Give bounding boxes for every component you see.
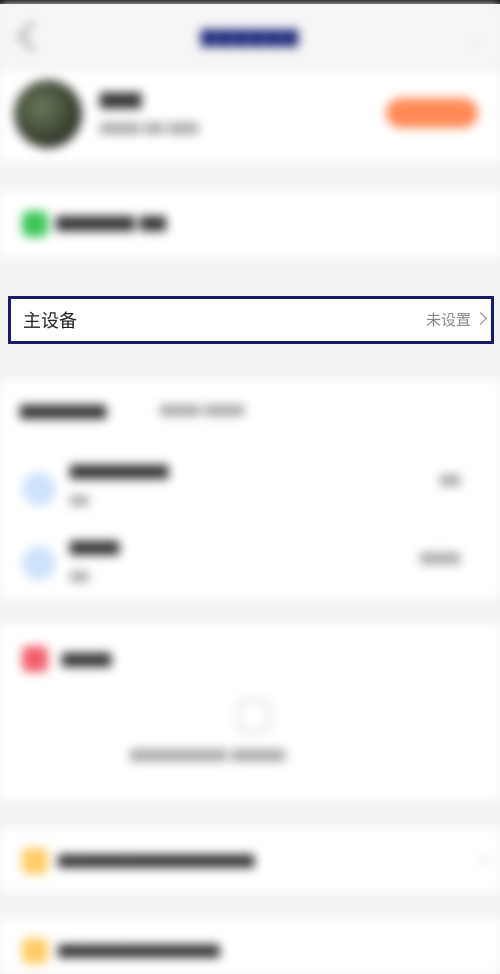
notice-text: ▆▆▆▆▆▆▆▆▆▆▆▆▆▆	[58, 940, 220, 958]
profile-card[interactable]: ▆▆▆ ▆▆▆▆ ▆▆ ▆▆▆	[0, 70, 500, 162]
wechat-icon	[22, 211, 48, 237]
notice-text: ▆▆▆▆▆▆▆▆▆▆▆▆▆▆▆▆▆	[58, 850, 255, 868]
devices-section-title: ▆▆▆▆▆▆▆	[20, 400, 107, 419]
security-icon	[22, 646, 48, 672]
wechat-binding-row[interactable]: ▆▆▆▆▆▆ ▆▆	[0, 190, 500, 258]
device-subtitle: ▆▆	[70, 492, 89, 506]
nav-bar: ▆▆▆▆▆▆ ··	[0, 4, 500, 66]
logged-in-devices-card: ▆▆▆▆▆▆▆ ▆▆▆▆ ▆▆▆▆ ▆▆▆▆▆▆▆▆ ▆▆ ▆▆ ▆▆▆▆ ▆▆…	[0, 380, 500, 598]
main-device-label: 主设备	[23, 311, 77, 332]
main-device-row[interactable]: 主设备 未设置	[8, 296, 494, 344]
security-card: ▆▆▆▆ ▆▆▆▆▆▆▆▆▆ ▆▆▆▆▆	[0, 624, 500, 800]
device-name: ▆▆▆▆	[70, 536, 120, 555]
device-status: ▆▆▆▆	[420, 550, 460, 565]
device-icon	[22, 472, 56, 506]
chevron-right-icon	[475, 854, 488, 867]
device-status: ▆▆	[440, 472, 460, 487]
notice-row[interactable]: ▆▆▆▆▆▆▆▆▆▆▆▆▆▆	[0, 918, 500, 974]
chevron-right-icon	[474, 312, 487, 325]
avatar	[14, 80, 82, 148]
empty-state-text: ▆▆▆▆▆▆▆▆▆ ▆▆▆▆▆	[130, 746, 286, 762]
wechat-binding-label: ▆▆▆▆▆▆ ▆▆	[56, 212, 166, 232]
device-icon	[22, 546, 56, 580]
security-title: ▆▆▆▆	[62, 648, 112, 667]
more-icon[interactable]: ··	[469, 32, 480, 53]
page-title: ▆▆▆▆▆▆	[200, 23, 300, 47]
notice-icon	[22, 938, 48, 964]
devices-section-subtitle: ▆▆▆▆ ▆▆▆▆	[160, 402, 245, 417]
empty-state-icon	[238, 700, 270, 732]
profile-name: ▆▆▆	[100, 88, 142, 109]
profile-subtitle: ▆▆▆▆ ▆▆ ▆▆▆	[100, 120, 199, 135]
device-name: ▆▆▆▆▆▆▆▆	[70, 460, 169, 479]
device-subtitle: ▆▆	[70, 568, 89, 582]
main-device-value: 未设置	[425, 311, 471, 329]
notice-icon	[22, 848, 48, 874]
notice-row[interactable]: ▆▆▆▆▆▆▆▆▆▆▆▆▆▆▆▆▆	[0, 828, 500, 892]
back-icon[interactable]	[17, 21, 48, 52]
profile-action-button[interactable]	[386, 98, 478, 128]
